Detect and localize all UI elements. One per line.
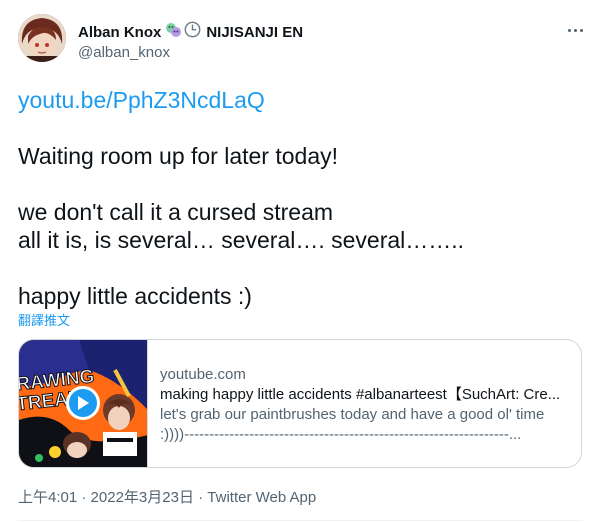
card-domain: youtube.com [160, 366, 246, 383]
link-preview-card[interactable]: RAWING TREAM youtube.com making happy li… [18, 339, 582, 468]
more-options-button[interactable] [565, 24, 585, 36]
play-icon[interactable] [66, 386, 100, 420]
card-description-line: :))))-----------------------------------… [160, 426, 522, 443]
meta-separator: · [193, 489, 208, 506]
card-thumbnail: RAWING TREAM [19, 340, 148, 467]
source-app-link[interactable]: Twitter Web App [207, 489, 316, 506]
display-name[interactable]: Alban Knox [78, 24, 161, 41]
author-name-row[interactable]: Alban Knox NIJISANJI EN [78, 21, 304, 43]
tweet-meta: 上午4:01 · 2022年3月23日 · Twitter Web App [18, 486, 316, 507]
tweet-line: we don't call it a cursed stream [18, 199, 334, 225]
tweet-line: all it is, is several… several…. several… [18, 227, 465, 253]
tweet-date[interactable]: 2022年3月23日 [91, 489, 194, 506]
clock-icon [184, 21, 201, 43]
card-description-line: let's grab our paintbrushes today and ha… [160, 406, 545, 423]
tweet-link[interactable]: youtu.be/PphZ3NcdLaQ [18, 86, 578, 114]
user-handle[interactable]: @alban_knox [78, 44, 170, 61]
translate-tweet-link[interactable]: 翻譯推文 [18, 310, 70, 329]
card-body: youtube.com making happy little accident… [148, 340, 581, 467]
more-dot-icon [573, 28, 577, 32]
meta-separator: · [77, 489, 91, 506]
tweet-time[interactable]: 上午4:01 [18, 489, 77, 506]
divider [18, 520, 582, 521]
more-dot-icon [567, 28, 571, 32]
card-title: making happy little accidents #albanarte… [160, 386, 561, 403]
avatar[interactable] [18, 14, 66, 62]
tweet-line: Waiting room up for later today! [18, 143, 339, 169]
avatar-image [18, 14, 66, 62]
affiliation-label: NIJISANJI EN [206, 23, 304, 41]
tweet-text: youtu.be/PphZ3NcdLaQ Waiting room up for… [18, 86, 578, 310]
mask-icon [165, 22, 182, 43]
more-dot-icon [579, 28, 583, 32]
card-description: let's grab our paintbrushes today and ha… [160, 405, 570, 445]
tweet-line: happy little accidents :) [18, 283, 252, 309]
badge-group [165, 21, 201, 43]
